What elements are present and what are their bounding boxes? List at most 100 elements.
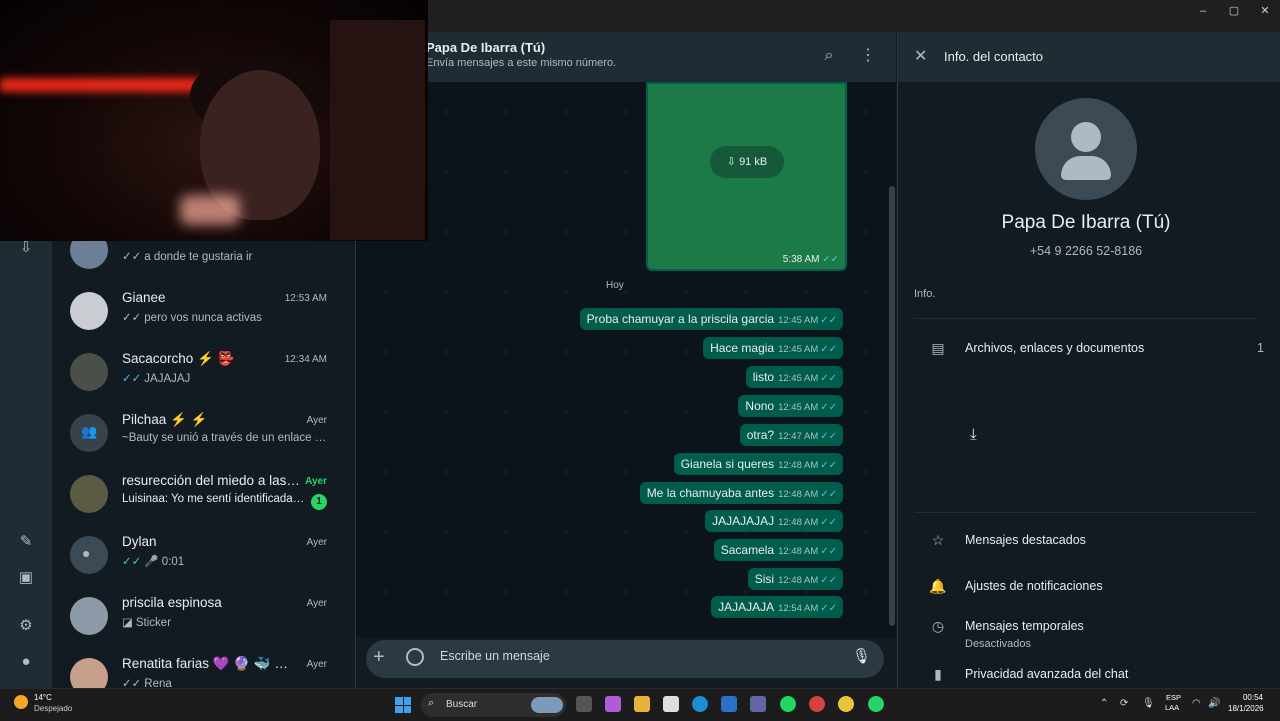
weather-icon[interactable]: [14, 695, 28, 709]
chat-list-item[interactable]: resurección del miedo a las p... Ayer Lu…: [52, 465, 355, 526]
group-icon: 👥: [81, 424, 98, 439]
minimize-button[interactable]: –: [1186, 0, 1220, 22]
read-check-icon: ✓✓: [820, 431, 837, 442]
contact-phone: +54 9 2266 52-8186: [1029, 244, 1143, 258]
unread-badge: 1: [311, 494, 327, 510]
conversation-scrollbar[interactable]: [889, 186, 895, 626]
chat-time: Ayer: [306, 537, 327, 548]
message-bubble[interactable]: Sisi 12:48 AM ✓✓: [747, 568, 843, 590]
search-icon[interactable]: ⌕: [817, 44, 841, 68]
chat-list-item[interactable]: 👥 Pilchaa ⚡ ⚡ Ayer ~Bauty se unió a trav…: [52, 404, 355, 465]
temporary-state: Desactivados: [965, 638, 1032, 650]
profile-icon[interactable]: ●: [14, 650, 38, 674]
message-input[interactable]: [438, 648, 822, 664]
message-bubble[interactable]: JAJAJAJAJ 12:48 AM ✓✓: [705, 510, 843, 532]
media-icon[interactable]: ▣: [14, 566, 38, 590]
message-bubble[interactable]: Nono 12:45 AM ✓✓: [738, 395, 843, 417]
conversation-panel[interactable]: ⇩ 91 kB 5:38 AM ✓✓ Hoy Proba chamuyar a …: [356, 82, 896, 638]
contact-avatar[interactable]: [1035, 98, 1137, 200]
chat-preview: ✓✓ Rena: [122, 678, 172, 688]
chat-preview: ✓✓ 🎤 0:01: [122, 556, 185, 568]
copilot-icon[interactable]: [605, 696, 621, 712]
settings-gear-icon[interactable]: ⚙: [14, 614, 38, 638]
message-bubble[interactable]: Gianela si queres 12:48 AM ✓✓: [673, 453, 843, 475]
message-bubble[interactable]: Hace magia 12:45 AM ✓✓: [703, 337, 843, 359]
day-separator: Hoy: [606, 280, 624, 291]
starred-messages-row[interactable]: ☆ Mensajes destacados: [914, 526, 1264, 558]
info-section-label: Info.: [914, 288, 936, 300]
read-check-icon: ✓✓: [820, 373, 837, 384]
person-icon: ●: [82, 545, 91, 561]
search-label: Buscar: [446, 699, 478, 710]
chat-list-item[interactable]: Renatita farias 💜 🔮 🐳 🦄... Ayer ✓✓ Rena: [52, 648, 355, 688]
chat-list-item[interactable]: ● Dylan Ayer ✓✓ 🎤 0:01: [52, 526, 355, 587]
chat-list-item[interactable]: priscila espinosa Ayer ◪ Sticker: [52, 587, 355, 648]
chat-time: Ayer: [306, 415, 327, 426]
app-icon[interactable]: [809, 696, 825, 712]
microphone-icon[interactable]: 🎙: [852, 647, 871, 665]
message-bubble[interactable]: listo 12:45 AM ✓✓: [745, 366, 843, 388]
sent-check-icon: ✓✓: [122, 678, 142, 688]
sticker-icon: ◪: [122, 617, 133, 629]
message-bubble[interactable]: Me la chamuyaba antes 12:48 AM ✓✓: [639, 482, 843, 504]
weather-temp: 14°C: [34, 693, 52, 702]
read-check-icon: ✓✓: [122, 556, 142, 568]
teams-icon[interactable]: [750, 696, 766, 712]
message-bubble[interactable]: otra? 12:47 AM ✓✓: [739, 424, 843, 446]
taskbar-search[interactable]: ⌕ Buscar: [421, 693, 566, 717]
chat-list-item[interactable]: Gianee 12:53 AM ✓✓ pero vos nunca activas: [52, 282, 355, 343]
file-explorer-icon[interactable]: [634, 696, 650, 712]
read-check-icon: ✓✓: [820, 489, 837, 500]
avatar: [70, 658, 108, 688]
clock-date[interactable]: 18/1/2026: [1228, 704, 1264, 713]
notifications-label: Ajustes de notificaciones: [965, 579, 1103, 593]
keyboard-layout[interactable]: LAA: [1165, 703, 1179, 712]
chat-name: Gianee: [122, 290, 166, 305]
download-icon[interactable]: ⤓: [970, 426, 977, 443]
chat-header[interactable]: Papa De Ibarra (Tú) Envía mensajes a est…: [356, 32, 896, 82]
media-message[interactable]: ⇩ 91 kB 5:38 AM ✓✓: [646, 82, 847, 271]
chat-time: 12:53 AM: [284, 293, 327, 304]
message-bubble[interactable]: Proba chamuyar a la priscila garcia 12:45…: [579, 308, 843, 330]
task-view-icon[interactable]: [576, 696, 592, 712]
sync-icon[interactable]: ⟳: [1120, 698, 1128, 709]
chat-list-item[interactable]: Sacacorcho ⚡ 👺 12:34 AM ✓✓ JAJAJAJ: [52, 343, 355, 404]
message-bubble[interactable]: Sacamela 12:48 AM ✓✓: [713, 539, 843, 561]
close-icon[interactable]: ✕: [914, 46, 927, 66]
chat-time: 12:34 AM: [284, 354, 327, 365]
notification-settings-row[interactable]: 🔔 Ajustes de notificaciones: [914, 572, 1264, 604]
edge-icon[interactable]: [692, 696, 708, 712]
chat-preview: ~Bauty se unió a través de un enlace d..…: [122, 432, 327, 444]
message-bubble[interactable]: JAJAJAJA 12:54 AM ✓✓: [711, 596, 843, 618]
language-code[interactable]: ESP: [1166, 693, 1181, 702]
chrome-icon[interactable]: [838, 696, 854, 712]
mail-icon[interactable]: [721, 696, 737, 712]
chat-preview: ✓✓ pero vos nunca activas: [122, 312, 262, 324]
files-links-docs-row[interactable]: ▤ Archivos, enlaces y documentos 1: [914, 334, 1264, 366]
contact-info-panel: ✕ Info. del contacto Papa De Ibarra (Tú)…: [897, 32, 1280, 688]
contact-info-header: ✕ Info. del contacto: [898, 32, 1280, 82]
whatsapp-icon[interactable]: [868, 696, 884, 712]
download-media-button[interactable]: ⇩ 91 kB: [710, 146, 784, 178]
menu-dots-icon[interactable]: ⋮: [856, 44, 880, 68]
volume-icon[interactable]: 🔊: [1208, 698, 1220, 709]
contact-name: Papa De Ibarra (Tú): [1001, 212, 1171, 233]
chat-time: Ayer: [305, 476, 327, 487]
close-window-button[interactable]: ✕: [1248, 0, 1280, 22]
read-check-icon: ✓✓: [820, 344, 837, 355]
attach-plus-icon[interactable]: +: [373, 646, 385, 669]
sticker-emoji-icon[interactable]: [406, 648, 424, 666]
mic-tray-icon[interactable]: 🎙: [1142, 698, 1155, 709]
spotify-icon[interactable]: [780, 696, 796, 712]
composer: + 🎙: [356, 638, 896, 688]
read-check-icon: ✓✓: [820, 575, 837, 586]
store-icon[interactable]: [663, 696, 679, 712]
status-icon[interactable]: ✎: [14, 530, 38, 554]
download-icon: ⇩: [726, 156, 740, 168]
temporary-messages-row[interactable]: ◷ Mensajes temporales Desactivados: [914, 612, 1264, 654]
chevron-up-icon[interactable]: ⌃: [1100, 698, 1108, 709]
clock-time[interactable]: 00:54: [1236, 693, 1270, 702]
maximize-button[interactable]: ▢: [1217, 0, 1251, 22]
wifi-icon[interactable]: ◠: [1192, 698, 1201, 709]
windows-start-icon[interactable]: [395, 697, 411, 713]
